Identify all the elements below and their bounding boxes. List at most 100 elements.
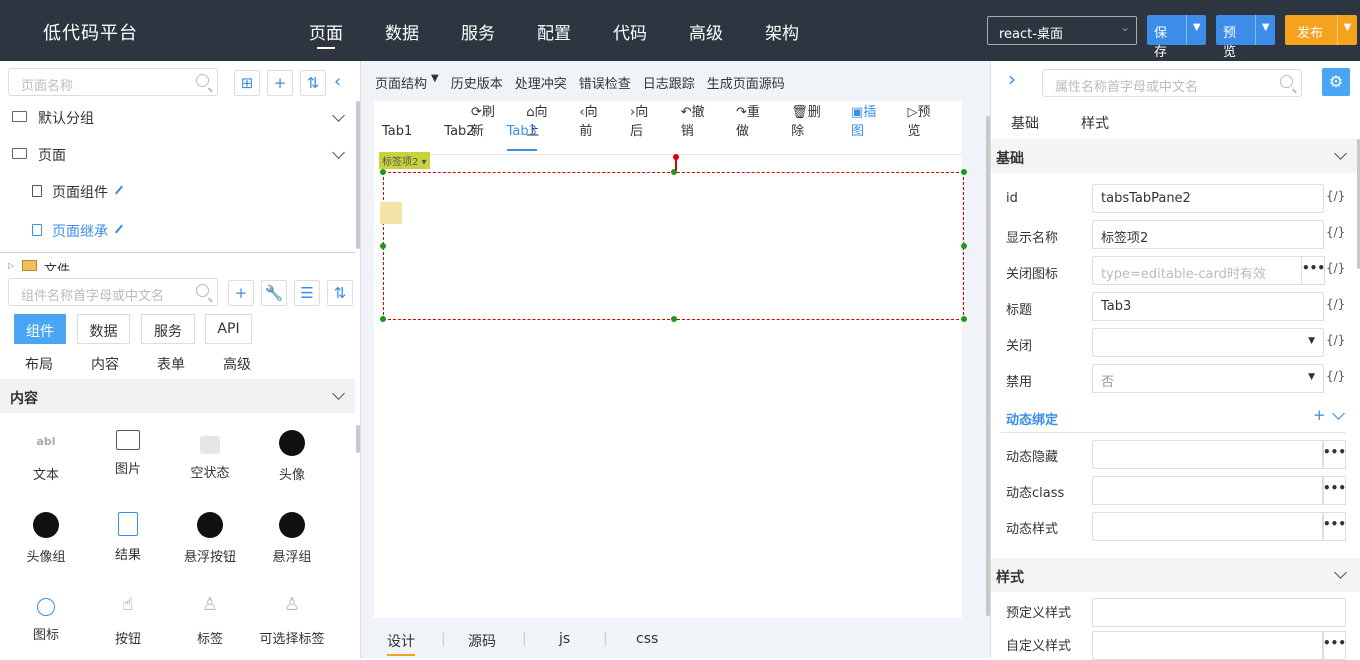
- collapse-left-icon[interactable]: ‹: [334, 71, 341, 92]
- list-indent-icon[interactable]: ☰: [294, 280, 320, 306]
- drop-target-icon[interactable]: [380, 202, 402, 224]
- code-toggle-icon[interactable]: {/}: [1326, 369, 1345, 383]
- component-search-input[interactable]: 组件名称首字母或中文名: [8, 278, 218, 306]
- chevron-down-icon[interactable]: [1332, 407, 1345, 420]
- nav-architecture[interactable]: 架构: [765, 19, 841, 44]
- prop-id-input[interactable]: tabsTabPane2: [1092, 184, 1324, 213]
- scrollbar[interactable]: [356, 425, 360, 453]
- more-icon[interactable]: •••: [1322, 512, 1346, 541]
- tab-source[interactable]: 源码: [468, 631, 496, 651]
- prop-display-name-input[interactable]: 标签项2: [1092, 220, 1324, 249]
- component-avatar-group[interactable]: 头像组: [6, 512, 86, 565]
- predefined-style-input[interactable]: [1092, 598, 1346, 627]
- caret-down-icon[interactable]: ▼: [431, 73, 439, 92]
- more-icon[interactable]: •••: [1301, 256, 1325, 285]
- scrollbar[interactable]: [356, 101, 360, 249]
- edit-icon[interactable]: [115, 185, 123, 195]
- add-folder-icon[interactable]: ⊞: [234, 70, 260, 96]
- resize-handle[interactable]: [380, 243, 386, 249]
- edit-icon[interactable]: [115, 224, 123, 234]
- nav-data[interactable]: 数据: [385, 19, 461, 44]
- expand-right-icon[interactable]: ›: [1008, 67, 1016, 91]
- dynamic-hidden-input[interactable]: [1092, 440, 1324, 469]
- tab-2[interactable]: Tab2: [444, 124, 474, 151]
- prop-disabled-select[interactable]: 否 ▼: [1092, 364, 1324, 393]
- prop-close-icon-input[interactable]: type=editable-card时有效: [1092, 256, 1302, 285]
- content-section-header[interactable]: 内容: [0, 379, 355, 413]
- tab-js[interactable]: js: [559, 631, 570, 647]
- code-toggle-icon[interactable]: {/}: [1326, 261, 1345, 275]
- resize-handle[interactable]: [380, 316, 386, 322]
- sort-icon[interactable]: ⇅: [300, 70, 326, 96]
- publish-button[interactable]: 发布 ▼: [1285, 15, 1357, 45]
- component-result[interactable]: 结果: [88, 512, 168, 563]
- publish-dropdown-icon[interactable]: ▼: [1337, 15, 1357, 45]
- chevron-down-icon[interactable]: [332, 387, 345, 400]
- nav-page[interactable]: 页面: [309, 19, 385, 49]
- code-toggle-icon[interactable]: {/}: [1326, 189, 1345, 203]
- group-page[interactable]: 页面: [0, 136, 355, 172]
- nav-advanced[interactable]: 高级: [689, 19, 765, 44]
- component-avatar[interactable]: 头像: [252, 430, 332, 483]
- more-icon[interactable]: •••: [1322, 631, 1346, 660]
- back-button[interactable]: ›向后: [630, 101, 667, 139]
- tab-design[interactable]: 设计: [387, 631, 415, 656]
- category-content[interactable]: 内容: [91, 354, 119, 374]
- nav-config[interactable]: 配置: [537, 19, 613, 44]
- component-empty[interactable]: 空状态: [170, 430, 250, 481]
- page-item-page-component[interactable]: 页面组件: [52, 182, 108, 202]
- component-button[interactable]: ☝ 按钮: [88, 594, 168, 647]
- preview-canvas-button[interactable]: ▷预览: [907, 101, 948, 139]
- history-button[interactable]: 历史版本: [451, 73, 503, 92]
- style-section-header[interactable]: 样式: [991, 558, 1360, 592]
- tab-data[interactable]: 数据: [77, 314, 130, 344]
- preview-dropdown-icon[interactable]: ▼: [1255, 15, 1275, 45]
- delete-button[interactable]: 🗑删除: [791, 101, 837, 139]
- more-icon[interactable]: •••: [1322, 476, 1346, 505]
- preview-button[interactable]: 预览 ▼: [1216, 15, 1275, 60]
- tab-service[interactable]: 服务: [141, 314, 195, 344]
- custom-style-input[interactable]: [1092, 631, 1324, 660]
- code-toggle-icon[interactable]: {/}: [1326, 297, 1345, 311]
- prop-closable-select[interactable]: ▼: [1092, 328, 1324, 357]
- resize-handle[interactable]: [961, 169, 967, 175]
- error-check-button[interactable]: 错误检查: [579, 73, 631, 92]
- nav-code[interactable]: 代码: [613, 19, 689, 44]
- dynamic-class-input[interactable]: [1092, 476, 1324, 505]
- environment-select[interactable]: react-桌面 ⌄: [987, 16, 1137, 45]
- chevron-down-icon[interactable]: [332, 146, 345, 159]
- undo-button[interactable]: ↶撤销: [681, 101, 722, 139]
- component-icon[interactable]: 图标: [6, 594, 86, 643]
- dynamic-style-input[interactable]: [1092, 512, 1324, 541]
- basic-section-header[interactable]: 基础: [991, 139, 1360, 173]
- component-tag[interactable]: ♙ 标签: [170, 594, 250, 647]
- insert-image-button[interactable]: ▣插图: [851, 101, 893, 139]
- more-icon[interactable]: •••: [1322, 440, 1346, 469]
- add-icon[interactable]: +: [228, 280, 254, 306]
- save-dropdown-icon[interactable]: ▼: [1186, 15, 1206, 45]
- resize-handle[interactable]: [961, 243, 967, 249]
- category-advanced[interactable]: 高级: [223, 354, 251, 374]
- tab-css[interactable]: css: [636, 631, 658, 647]
- category-layout[interactable]: 布局: [25, 354, 53, 374]
- group-default[interactable]: 默认分组: [0, 99, 355, 135]
- wrench-icon[interactable]: 🔧: [261, 280, 287, 306]
- component-float-group[interactable]: 悬浮组: [252, 512, 332, 565]
- component-image[interactable]: 图片: [88, 430, 168, 477]
- page-item-page-inherit[interactable]: 页面继承: [52, 221, 108, 241]
- gear-icon[interactable]: ⚙: [1322, 68, 1350, 96]
- chevron-down-icon[interactable]: [332, 109, 345, 122]
- category-form[interactable]: 表单: [157, 354, 185, 374]
- rotate-handle-dot[interactable]: [673, 154, 679, 160]
- page-search-input[interactable]: 页面名称: [8, 68, 218, 96]
- redo-button[interactable]: ↷重做: [736, 101, 777, 139]
- resize-handle[interactable]: [671, 169, 677, 175]
- page-structure-button[interactable]: 页面结构: [375, 73, 427, 92]
- chevron-down-icon[interactable]: [1334, 147, 1347, 160]
- tab-3[interactable]: Tab3: [506, 124, 537, 151]
- property-search-input[interactable]: 属性名称首字母或中文名: [1042, 69, 1302, 97]
- tab-basic[interactable]: 基础: [1011, 113, 1039, 133]
- canvas[interactable]: ⟳刷新 ⌂向上 ‹向前 ›向后 ↶撤销 ↷重做 🗑删除 ▣插图 ▷预览 Tab1…: [374, 101, 967, 658]
- component-text[interactable]: abl 文本: [6, 430, 86, 483]
- component-checkable-tag[interactable]: ♙ 可选择标签: [252, 594, 332, 647]
